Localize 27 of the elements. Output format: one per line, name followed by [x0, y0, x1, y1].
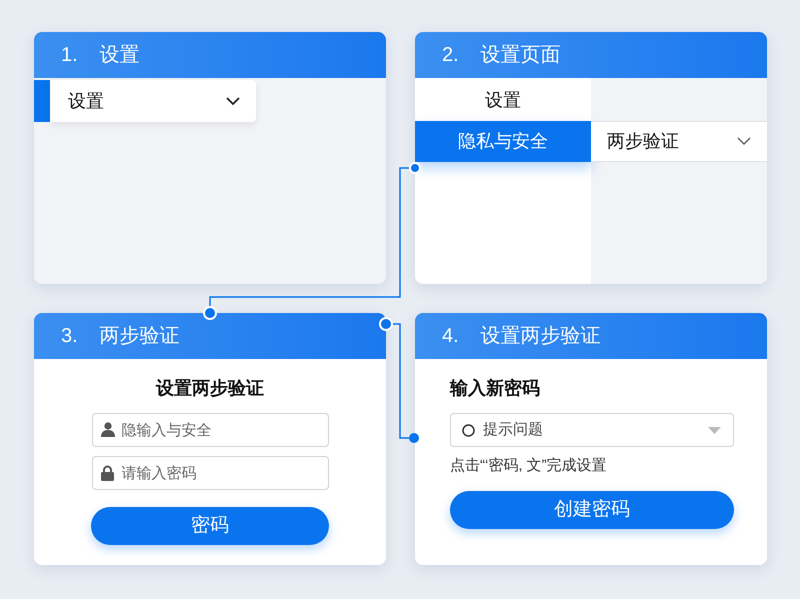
card-title: 设置: [100, 43, 140, 68]
step-number: 1.: [61, 43, 78, 68]
card-title: 两步验证: [100, 324, 180, 349]
lock-icon: [100, 465, 114, 481]
step-number: 2.: [442, 43, 459, 68]
hint-text: 点击“‘密码, 文”完成设置: [450, 456, 607, 476]
input-field[interactable]: 请输入密码: [92, 456, 328, 490]
submit-button[interactable]: 密码: [91, 507, 329, 545]
radio-icon: [462, 424, 475, 436]
chevron-down-icon: [226, 96, 240, 106]
chevron-down-icon: [737, 137, 751, 146]
user-icon: [100, 422, 114, 437]
dropdown[interactable]: 设置: [50, 80, 256, 122]
form-heading: 设置两步验证: [156, 377, 264, 400]
caret-icon: [708, 426, 721, 434]
card-title: 设置页面: [480, 43, 561, 68]
selection-bar: [34, 80, 50, 122]
step-number: 3.: [61, 324, 78, 349]
input-field[interactable]: 隐输入与安全: [92, 413, 328, 447]
create-password-button[interactable]: 创建密码: [450, 491, 734, 529]
form-heading: 输入新密码: [450, 377, 540, 400]
menu-item[interactable]: 设置: [415, 80, 591, 121]
dropdown[interactable]: 两步验证: [591, 121, 767, 162]
card-title: 设置两步验证: [480, 324, 601, 349]
select-field[interactable]: 提示问题: [450, 413, 734, 447]
step-number: 4.: [442, 324, 459, 349]
menu-item[interactable]: 隐私与安全: [415, 121, 591, 162]
